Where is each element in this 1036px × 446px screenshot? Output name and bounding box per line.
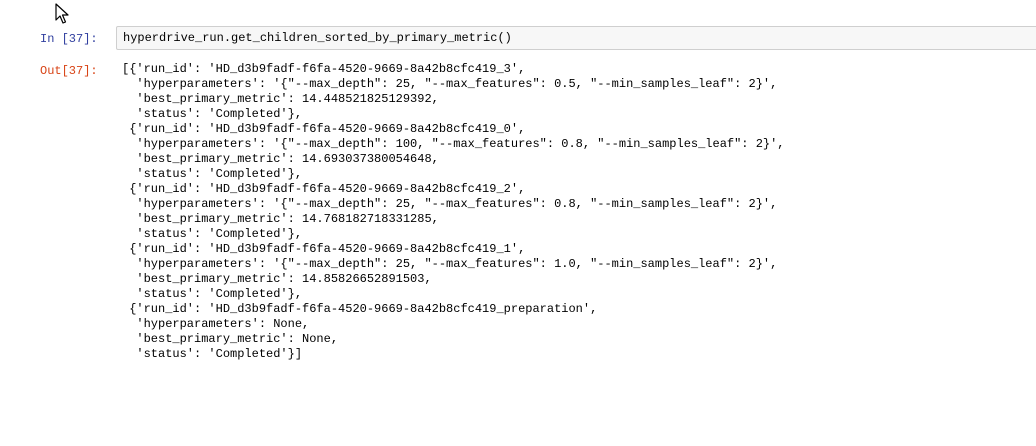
output-line: 'hyperparameters': None,	[122, 317, 310, 331]
output-line: {'run_id': 'HD_d3b9fadf-f6fa-4520-9669-8…	[122, 182, 526, 196]
code-cell-input[interactable]: hyperdrive_run.get_children_sorted_by_pr…	[116, 26, 1036, 50]
output-line: [{'run_id': 'HD_d3b9fadf-f6fa-4520-9669-…	[122, 62, 526, 76]
output-line: 'hyperparameters': '{"--max_depth": 25, …	[122, 197, 778, 211]
output-line: 'best_primary_metric': None,	[122, 332, 339, 346]
output-line: 'status': 'Completed'},	[122, 107, 303, 121]
output-line: 'best_primary_metric': 14.44852182512939…	[122, 92, 439, 106]
cell-output: [{'run_id': 'HD_d3b9fadf-f6fa-4520-9669-…	[122, 62, 785, 377]
output-line: 'status': 'Completed'},	[122, 287, 303, 301]
output-line: 'best_primary_metric': 14.85826652891503…	[122, 272, 432, 286]
output-line: 'hyperparameters': '{"--max_depth": 25, …	[122, 257, 778, 271]
output-line: 'status': 'Completed'}]	[122, 347, 303, 361]
input-prompt: In [37]:	[40, 32, 98, 46]
output-prompt: Out[37]:	[40, 64, 98, 78]
output-line: 'status': 'Completed'},	[122, 167, 303, 181]
output-line: 'hyperparameters': '{"--max_depth": 100,…	[122, 137, 785, 151]
output-line: 'hyperparameters': '{"--max_depth": 25, …	[122, 77, 778, 91]
output-line: {'run_id': 'HD_d3b9fadf-f6fa-4520-9669-8…	[122, 302, 598, 316]
code-text: hyperdrive_run.get_children_sorted_by_pr…	[123, 31, 512, 45]
output-line: {'run_id': 'HD_d3b9fadf-f6fa-4520-9669-8…	[122, 122, 526, 136]
output-line: 'best_primary_metric': 14.69303738005464…	[122, 152, 439, 166]
output-line: {'run_id': 'HD_d3b9fadf-f6fa-4520-9669-8…	[122, 242, 526, 256]
output-line: 'status': 'Completed'},	[122, 227, 303, 241]
mouse-pointer-icon	[55, 3, 69, 24]
output-line: 'best_primary_metric': 14.76818271833128…	[122, 212, 439, 226]
